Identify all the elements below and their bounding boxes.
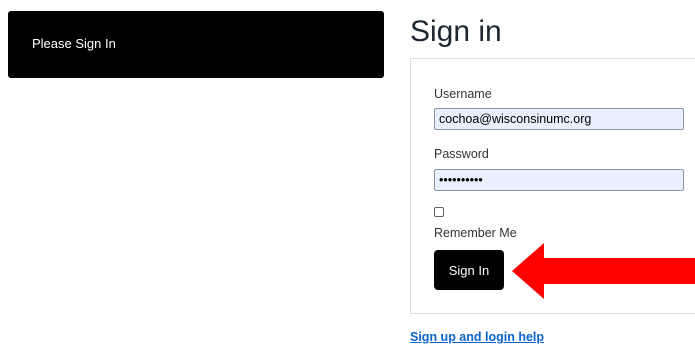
arrow-left-icon [512,243,695,299]
sign-in-button[interactable]: Sign In [434,250,504,290]
remember-me-label: Remember Me [434,226,517,240]
password-input[interactable] [434,169,684,191]
remember-me-checkbox[interactable] [434,207,444,217]
page-title: Sign in [410,15,502,48]
signup-help-link[interactable]: Sign up and login help [410,330,544,345]
username-input[interactable] [434,108,684,130]
sign-in-notice-banner: Please Sign In [8,11,384,78]
notice-text: Please Sign In [32,36,116,51]
password-label: Password [434,147,489,161]
username-label: Username [434,87,492,101]
